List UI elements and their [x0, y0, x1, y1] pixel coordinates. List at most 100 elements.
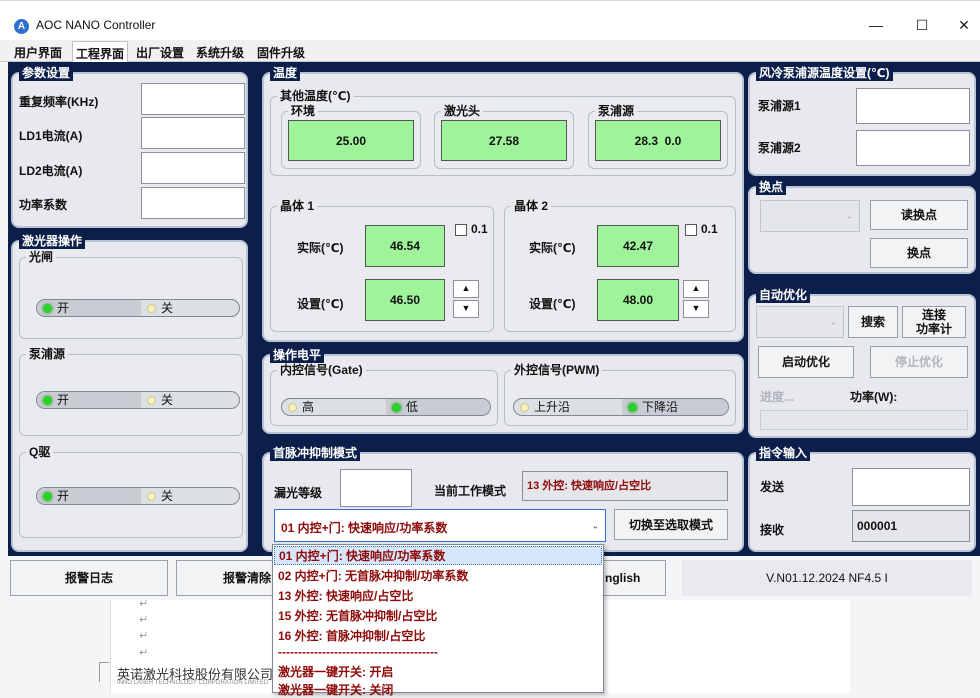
level-title: 操作电平 — [270, 347, 325, 363]
shutter-toggle[interactable]: 开 关 — [36, 299, 240, 317]
internal-low-label: 低 — [406, 400, 419, 414]
shutter-on[interactable]: 开 — [37, 300, 141, 316]
maximize-button[interactable]: ☐ — [902, 13, 942, 37]
crystal1-up-button[interactable]: ▲ — [453, 280, 479, 298]
read-swap-button[interactable]: 读换点 — [870, 200, 968, 230]
switch-mode-button[interactable]: 切换至选取模式 — [614, 509, 728, 540]
dropdown-option[interactable]: 激光器一键开关: 开启 — [278, 663, 393, 680]
level-panel: 操作电平 内控信号(Gate) 高 低 外控信号(PWM) 上升沿 下降沿 — [262, 347, 744, 434]
external-signal-title: 外控信号(PWM) — [511, 363, 603, 377]
crystal2-step-checkbox[interactable] — [685, 224, 697, 236]
shutter-off[interactable]: 关 — [141, 300, 239, 316]
crystal2-down-button[interactable]: ▼ — [683, 300, 709, 318]
external-signal-group: 外控信号(PWM) 上升沿 下降沿 — [504, 363, 736, 426]
laser-ops-panel: 激光器操作 光闸 开 关 泵浦源 开 关 Q驱 开 关 — [11, 233, 248, 552]
qdriver-on[interactable]: 开 — [37, 488, 141, 504]
led-green-icon — [43, 396, 52, 405]
search-button[interactable]: 搜索 — [848, 306, 898, 338]
external-rising[interactable]: 上升沿 — [514, 399, 622, 415]
rep-rate-input[interactable] — [141, 83, 245, 115]
start-optimize-button[interactable]: 启动优化 — [758, 346, 854, 378]
power-coef-input[interactable] — [141, 187, 245, 219]
tab-firmware-upgrade[interactable]: 固件升级 — [257, 44, 305, 61]
pump-on-label: 开 — [57, 393, 70, 407]
return-mark: ↵ — [139, 630, 149, 642]
tab-system-upgrade[interactable]: 系统升级 — [196, 44, 244, 61]
dropdown-option[interactable]: 02 内控+门: 无首脉冲抑制/功率系数 — [278, 567, 468, 584]
crystal1-set-value[interactable]: 46.50 — [365, 279, 445, 321]
temperature-title: 温度 — [270, 65, 301, 81]
swap-select[interactable]: ⌄ — [760, 200, 860, 232]
pump2-input[interactable] — [856, 130, 970, 166]
close-button[interactable]: ✕ — [944, 13, 980, 37]
cooling-panel: 风冷泵浦源温度设置(℃) 泵浦源1 泵浦源2 — [748, 65, 976, 176]
minimize-button[interactable]: — — [856, 13, 896, 37]
laser-head-group: 激光头 27.58 — [434, 104, 574, 169]
crystal2-set-value[interactable]: 48.00 — [597, 279, 679, 321]
crystal1-down-button[interactable]: ▼ — [453, 300, 479, 318]
qdriver-on-label: 开 — [57, 489, 70, 503]
port-select[interactable]: ⌄ — [756, 306, 844, 338]
command-title: 指令输入 — [756, 445, 811, 461]
dropdown-separator: ---------------------------------------- — [278, 645, 438, 659]
tab-factory[interactable]: 出厂设置 — [136, 44, 184, 61]
led-green-icon — [392, 403, 401, 412]
pump1-input[interactable] — [856, 88, 970, 124]
qdriver-title: Q驱 — [26, 445, 54, 459]
tab-user[interactable]: 用户界面 — [14, 44, 62, 61]
led-off-icon — [147, 396, 156, 405]
crystal1-step-checkbox[interactable] — [455, 224, 467, 236]
pump-temp-group: 泵浦源 28.3 0.0 — [588, 104, 728, 169]
pump-title: 泵浦源 — [26, 347, 69, 361]
mode-dropdown-list[interactable]: 01 内控+门: 快速响应/功率系数 02 内控+门: 无首脉冲抑制/功率系数 … — [272, 544, 604, 697]
tab-bar: 用户界面 工程界面 出厂设置 系统升级 固件升级 — [0, 40, 980, 62]
mode-select-value: 01 内控+门: 快速响应/功率系数 — [281, 521, 448, 535]
dropdown-option[interactable]: 13 外控: 快速响应/占空比 — [278, 587, 413, 604]
external-signal-toggle[interactable]: 上升沿 下降沿 — [513, 398, 729, 416]
pump-temp-value: 28.3 0.0 — [595, 120, 721, 161]
external-falling[interactable]: 下降沿 — [622, 399, 728, 415]
tab-engineering[interactable]: 工程界面 — [72, 41, 129, 62]
qdriver-toggle[interactable]: 开 关 — [36, 487, 240, 505]
return-mark: ↵ — [139, 647, 149, 659]
internal-signal-title: 内控信号(Gate) — [277, 363, 366, 377]
leak-level-label: 漏光等级 — [274, 486, 323, 500]
crystal2-up-button[interactable]: ▲ — [683, 280, 709, 298]
first-pulse-panel: 首脉冲抑制模式 漏光等级 当前工作模式 13 外控: 快速响应/占空比 01 内… — [262, 445, 744, 552]
company-name-en: INNO LASER TECHNOLOGY CORPORATION LIMITE… — [117, 680, 269, 686]
ld2-label: LD2电流(A) — [19, 164, 83, 178]
crystal2-set-label: 设置(℃) — [529, 297, 576, 311]
pump-off[interactable]: 关 — [141, 392, 239, 408]
power-coef-label: 功率系数 — [19, 198, 68, 212]
pump-toggle[interactable]: 开 关 — [36, 391, 240, 409]
internal-high[interactable]: 高 — [282, 399, 386, 415]
connect-power-meter-button[interactable]: 连接 功率计 — [902, 306, 966, 338]
send-input[interactable] — [852, 468, 970, 506]
params-title: 参数设置 — [19, 65, 74, 81]
qdriver-off[interactable]: 关 — [141, 488, 239, 504]
dropdown-option[interactable]: 01 内控+门: 快速响应/功率系数 — [274, 546, 602, 565]
dropdown-option[interactable]: 激光器一键开关: 关闭 — [278, 681, 393, 698]
alarm-clear-button[interactable]: 报警清除 — [176, 560, 276, 596]
leak-level-input[interactable] — [340, 469, 412, 507]
stop-optimize-button[interactable]: 停止优化 — [870, 346, 968, 378]
params-panel: 参数设置 重复频率(KHz) LD1电流(A) LD2电流(A) 功率系数 — [11, 65, 248, 228]
internal-low[interactable]: 低 — [386, 399, 490, 415]
ld2-input[interactable] — [141, 152, 245, 184]
swap-button[interactable]: 换点 — [870, 238, 968, 268]
alarm-log-button[interactable]: 报警日志 — [10, 560, 168, 596]
ld1-input[interactable] — [141, 117, 245, 149]
swap-title: 换点 — [756, 179, 787, 195]
auto-opt-panel: 自动优化 ⌄ 搜索 连接 功率计 启动优化 停止优化 进度... 功率(W): — [748, 287, 976, 438]
internal-signal-toggle[interactable]: 高 低 — [281, 398, 491, 416]
chevron-down-icon: ⌄ — [829, 316, 837, 327]
mode-select[interactable]: 01 内控+门: 快速响应/功率系数 ⌄ — [274, 509, 606, 542]
dropdown-option[interactable]: 16 外控: 首脉冲抑制/占空比 — [278, 627, 425, 644]
crystal1-group: 晶体 1 实际(℃) 46.54 0.1 设置(℃) 46.50 ▲ ▼ — [270, 199, 494, 332]
shutter-title: 光闸 — [26, 250, 57, 264]
led-off-icon — [147, 492, 156, 501]
first-pulse-title: 首脉冲抑制模式 — [270, 445, 361, 461]
pump-on[interactable]: 开 — [37, 392, 141, 408]
shutter-off-label: 关 — [161, 301, 174, 315]
dropdown-option[interactable]: 15 外控: 无首脉冲抑制/占空比 — [278, 607, 437, 624]
